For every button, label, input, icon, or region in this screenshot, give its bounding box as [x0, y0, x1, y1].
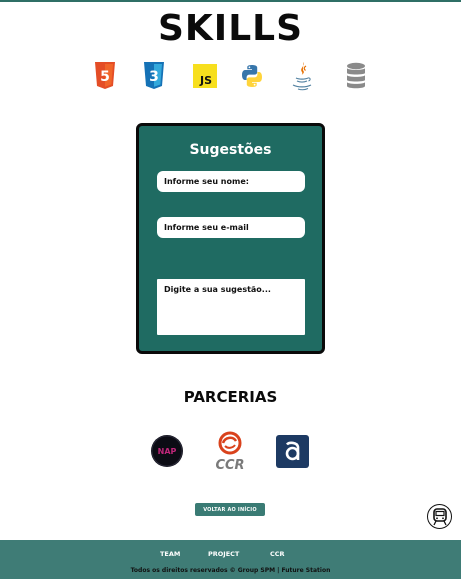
back-to-start-button[interactable]: VOLTAR AO INÍCIO — [195, 503, 265, 516]
javascript-icon: JS — [192, 61, 218, 91]
footer-links: TEAM PROJECT CCR — [0, 550, 461, 560]
email-input[interactable]: Informe seu e-mail — [157, 217, 305, 238]
skills-icons-row: 5 3 JS — [0, 61, 461, 95]
skills-title: SKILLS — [157, 8, 304, 49]
svg-text:NAP: NAP — [158, 447, 177, 456]
svg-text:JS: JS — [199, 74, 212, 87]
form-title: Sugestões — [189, 142, 272, 158]
footer-link-project[interactable]: PROJECT — [208, 550, 239, 558]
footer-link-ccr[interactable]: CCR — [270, 550, 285, 558]
footer-copyright: Todos os direitos reservados © Group SPM… — [130, 567, 331, 574]
app-a-logo[interactable] — [276, 435, 309, 472]
svg-text:CCR: CCR — [215, 458, 244, 471]
java-icon — [289, 61, 315, 91]
python-icon — [239, 61, 265, 91]
nap-logo[interactable]: NAP — [150, 434, 184, 472]
css3-icon: 3 — [141, 61, 167, 91]
top-border — [0, 0, 461, 2]
footer-link-team[interactable]: TEAM — [160, 550, 180, 558]
footer: TEAM PROJECT CCR Todos os direitos reser… — [0, 540, 461, 579]
name-input[interactable]: Informe seu nome: — [157, 171, 305, 192]
database-icon — [343, 61, 369, 91]
train-icon[interactable] — [427, 504, 452, 529]
svg-text:5: 5 — [100, 69, 110, 85]
svg-text:3: 3 — [149, 69, 159, 85]
suggestion-form: Sugestões Informe seu nome: Informe seu … — [136, 123, 325, 354]
html5-icon: 5 — [92, 61, 118, 91]
suggestion-textarea[interactable]: Digite a sua sugestão... — [157, 279, 305, 335]
ccr-logo[interactable]: CCR — [212, 431, 248, 475]
partners-title: PARCERIAS — [183, 388, 278, 406]
